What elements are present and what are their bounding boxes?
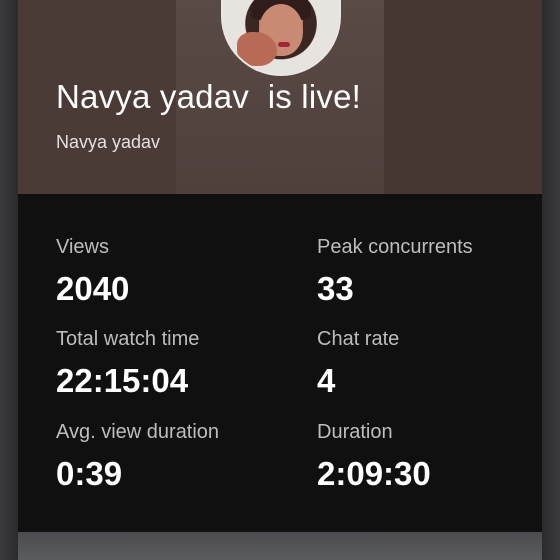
live-summary-card: Navya yadav is live! Navya yadav Views 2… [18,0,542,532]
channel-name: Navya yadav [56,132,161,152]
avatar-lips [278,42,290,47]
stat-value-chat-rate: 4 [317,362,336,399]
stat-label-views: Views [56,236,109,258]
stat-label-total-watch-time: Total watch time [56,328,200,350]
avatar-hand [237,32,277,66]
stat-label-duration: Duration [317,421,393,443]
stat-value-peak-concurrents: 33 [317,270,354,307]
stat-value-total-watch-time: 22:15:04 [56,362,189,399]
stat-label-chat-rate: Chat rate [317,328,400,350]
card-header: Navya yadav is live! Navya yadav [18,0,542,194]
stat-label-avg-view-duration: Avg. view duration [56,421,220,443]
header-bg-right [384,0,542,194]
stat-value-duration: 2:09:30 [317,455,431,492]
live-title: Navya yadav is live! [56,78,361,115]
stat-label-peak-concurrents: Peak concurrents [317,236,473,258]
stat-value-views: 2040 [56,270,130,307]
stat-value-avg-view-duration: 0:39 [56,455,123,492]
